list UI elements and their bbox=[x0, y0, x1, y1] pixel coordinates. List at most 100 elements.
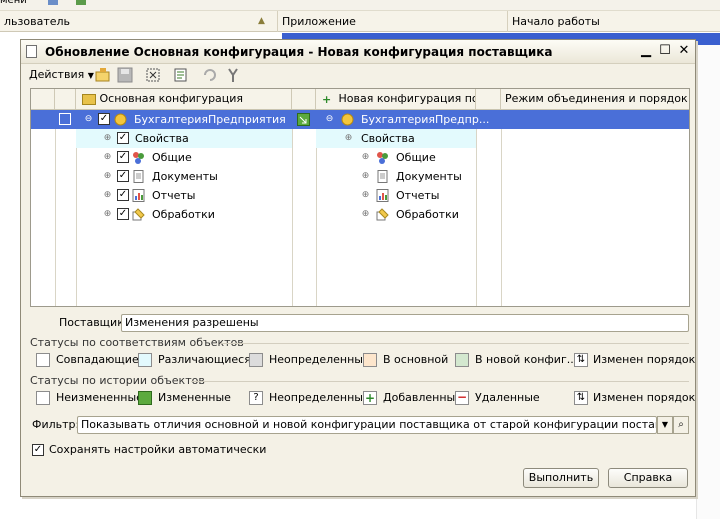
collapse-icon[interactable]: ⊖ bbox=[84, 115, 93, 124]
expand-icon[interactable]: ⊕ bbox=[361, 153, 370, 162]
row-checkbox[interactable]: ✓ bbox=[117, 208, 129, 220]
tree-item-label: Общие bbox=[396, 151, 436, 164]
config-root-icon bbox=[114, 113, 127, 126]
row-checkbox[interactable] bbox=[59, 113, 71, 125]
search-icon[interactable]: ⌕ bbox=[673, 416, 689, 434]
legend-added: + Добавленные bbox=[363, 391, 462, 405]
config-root-icon bbox=[341, 113, 354, 126]
legend-order-changed-history: ⇅ Изменен порядок bbox=[574, 390, 695, 406]
expand-icon[interactable]: ⊕ bbox=[361, 210, 370, 219]
background-column-user[interactable]: льзователь ▲ bbox=[0, 11, 278, 32]
tree-item-label: Свойства bbox=[135, 132, 189, 145]
plus-icon: + bbox=[363, 391, 377, 405]
legend-undefined: Неопределенные bbox=[249, 352, 370, 368]
row-checkbox[interactable]: ✓ bbox=[117, 132, 129, 144]
expand-icon[interactable]: ⊕ bbox=[103, 210, 112, 219]
background-scroll-area bbox=[696, 45, 720, 519]
legend-changed: Измененные bbox=[138, 390, 231, 406]
expand-icon[interactable]: ⊕ bbox=[103, 172, 112, 181]
reports-icon bbox=[376, 189, 389, 202]
main-config-name: БухгалтерияПредприятия bbox=[134, 113, 286, 126]
common-objects-icon bbox=[376, 151, 389, 164]
documents-icon bbox=[376, 170, 389, 183]
supplier-label: Поставщик: bbox=[59, 316, 128, 329]
minus-icon: − bbox=[455, 390, 469, 405]
dialog-titlebar[interactable]: Обновление Основная конфигурация - Новая… bbox=[21, 40, 695, 64]
order-icon: ⇅ bbox=[574, 391, 588, 405]
tree-row[interactable]: ⊕ ✓ Общие ⊕ Общие bbox=[31, 148, 689, 167]
question-icon: ? bbox=[249, 391, 263, 405]
grid-header-new-config[interactable]: + Новая конфигурация по... bbox=[316, 89, 476, 109]
merge-action-icon[interactable] bbox=[297, 113, 310, 126]
maximize-icon[interactable]: ☐ bbox=[657, 43, 673, 59]
filter-tree-icon[interactable] bbox=[173, 67, 189, 83]
grid-header-mid-check bbox=[292, 89, 316, 109]
filter-dropdown-icon[interactable]: ▼ bbox=[657, 416, 673, 434]
tree-item-label: Свойства bbox=[361, 132, 415, 145]
refresh-icon[interactable] bbox=[202, 67, 218, 83]
minimize-icon[interactable]: ▁ bbox=[638, 43, 654, 59]
background-column-start[interactable]: Начало работы bbox=[508, 11, 720, 32]
row-checkbox[interactable]: ✓ bbox=[117, 170, 129, 182]
legend-unchanged: Неизмененные bbox=[36, 390, 143, 406]
run-button[interactable]: Выполнить bbox=[523, 468, 599, 488]
help-button[interactable]: Справка bbox=[608, 468, 688, 488]
tree-row[interactable]: ⊕ ✓ Отчеты ⊕ Отчеты bbox=[31, 186, 689, 205]
legend-deleted: − Удаленные bbox=[455, 390, 540, 405]
filter-field[interactable]: Показывать отличия основной и новой конф… bbox=[77, 416, 657, 434]
tree-item-label: Отчеты bbox=[396, 189, 440, 202]
row-checkbox[interactable]: ✓ bbox=[117, 151, 129, 163]
processing-icon bbox=[376, 208, 389, 221]
background-column-app[interactable]: Приложение bbox=[278, 11, 508, 32]
save-icon[interactable] bbox=[117, 67, 133, 83]
new-config-name: БухгалтерияПредпр... bbox=[361, 113, 490, 126]
document-icon bbox=[26, 45, 37, 58]
legend-in-main: В основной bbox=[363, 352, 448, 368]
legend-undefined-history: ? Неопределенные bbox=[249, 390, 370, 406]
dialog-toolbar: Действия ▼ bbox=[26, 65, 690, 85]
expand-icon[interactable]: ⊕ bbox=[103, 191, 112, 200]
edit-icon bbox=[138, 391, 152, 405]
grid-header-spacer-2 bbox=[476, 89, 501, 109]
grid-header-merge-mode[interactable]: Режим объединения и порядок п... bbox=[501, 89, 689, 109]
status-match-title: Статусы по соответствиям объектов bbox=[30, 336, 244, 349]
tree-item-label: Общие bbox=[152, 151, 192, 164]
tree-row[interactable]: ⊖ ✓ БухгалтерияПредприятия ⊖ Бухгалтерия… bbox=[31, 110, 689, 129]
status-history-title: Статусы по истории объектов bbox=[30, 374, 205, 387]
row-checkbox[interactable]: ✓ bbox=[117, 189, 129, 201]
legend-order-changed: ⇅ Изменен порядок bbox=[574, 352, 695, 368]
expand-icon[interactable]: ⊕ bbox=[344, 134, 353, 143]
processing-icon bbox=[132, 208, 145, 221]
blank-icon bbox=[36, 391, 50, 405]
grid-header-main-config[interactable]: Основная конфигурация bbox=[76, 89, 292, 109]
order-icon: ⇅ bbox=[574, 353, 588, 367]
select-tree-icon[interactable] bbox=[145, 67, 161, 83]
tree-row[interactable]: ⊕ ✓ Документы ⊕ Документы bbox=[31, 167, 689, 186]
settings-tool-icon[interactable] bbox=[225, 67, 241, 83]
background-table-header: льзователь ▲ Приложение Начало работы bbox=[0, 10, 720, 32]
comparison-tree-grid[interactable]: Основная конфигурация + Новая конфигурац… bbox=[30, 88, 690, 307]
expand-icon[interactable]: ⊕ bbox=[103, 153, 112, 162]
dialog-title: Обновление Основная конфигурация - Новая… bbox=[45, 45, 553, 59]
collapse-icon[interactable]: ⊖ bbox=[325, 115, 334, 124]
grid-header-check bbox=[55, 89, 76, 109]
legend-different: Различающиеся bbox=[138, 352, 251, 368]
expand-icon[interactable]: ⊕ bbox=[361, 191, 370, 200]
expand-icon[interactable]: ⊕ bbox=[103, 134, 112, 143]
autosave-label: Сохранять настройки автоматически bbox=[49, 443, 267, 456]
expand-icon[interactable]: ⊕ bbox=[361, 172, 370, 181]
tree-item-label: Документы bbox=[396, 170, 462, 183]
open-folder-icon[interactable] bbox=[95, 67, 111, 83]
legend-matching: Совпадающие bbox=[36, 352, 139, 368]
autosave-checkbox[interactable]: ✓ bbox=[32, 444, 44, 456]
supplier-field[interactable]: Изменения разрешены bbox=[121, 314, 689, 332]
documents-icon bbox=[132, 170, 145, 183]
main-config-checkbox[interactable]: ✓ bbox=[98, 113, 110, 125]
actions-menu-button[interactable]: Действия ▼ bbox=[29, 66, 94, 84]
common-objects-icon bbox=[132, 151, 145, 164]
close-icon[interactable]: ✕ bbox=[676, 43, 692, 59]
tree-row[interactable]: ⊕ ✓ Обработки ⊕ Обработки bbox=[31, 205, 689, 224]
tree-row[interactable]: ⊕ ✓ Свойства ⊕ Свойства bbox=[31, 129, 689, 148]
filter-label: Фильтр: bbox=[32, 418, 80, 431]
reports-icon bbox=[132, 189, 145, 202]
